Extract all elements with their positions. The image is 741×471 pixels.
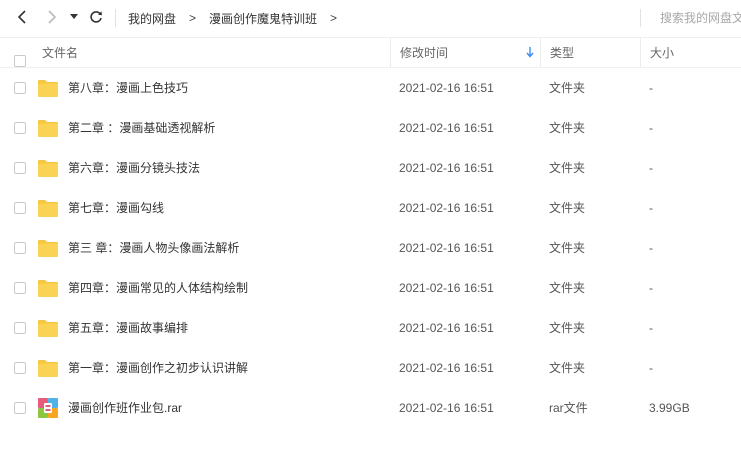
caret-down-icon — [70, 14, 78, 19]
breadcrumb-separator: > — [330, 11, 338, 25]
file-size: - — [649, 121, 653, 135]
file-type: 文件夹 — [549, 241, 586, 255]
table-row[interactable]: 第一章：漫画创作之初步认识讲解 2021-02-16 16:51 文件夹 - — [0, 348, 741, 388]
file-name[interactable]: 第八章：漫画上色技巧 — [68, 68, 188, 108]
folder-icon — [38, 120, 58, 137]
file-size: - — [649, 201, 653, 215]
file-name[interactable]: 漫画创作班作业包.rar — [68, 388, 182, 428]
folder-icon — [38, 360, 58, 377]
file-name[interactable]: 第三 章：漫画人物头像画法解析 — [68, 228, 239, 268]
file-modified-time: 2021-02-16 16:51 — [399, 161, 494, 175]
column-header-size-label: 大小 — [650, 46, 675, 60]
column-header-name-label: 文件名 — [42, 46, 79, 60]
row-checkbox[interactable] — [14, 282, 26, 294]
folder-icon — [38, 160, 58, 177]
arrow-down-icon — [526, 47, 534, 58]
row-checkbox[interactable] — [14, 242, 26, 254]
table-row[interactable]: 第四章：漫画常见的人体结构绘制 2021-02-16 16:51 文件夹 - — [0, 268, 741, 308]
history-dropdown-button[interactable] — [66, 6, 82, 28]
file-type: 文件夹 — [549, 81, 586, 95]
folder-icon — [38, 280, 58, 297]
table-row[interactable]: 漫画创作班作业包.rar 2021-02-16 16:51 rar文件 3.99GB — [0, 388, 741, 428]
file-modified-time: 2021-02-16 16:51 — [399, 121, 494, 135]
breadcrumb-item-root[interactable]: 我的网盘 — [128, 10, 176, 27]
breadcrumb-separator: > — [189, 11, 197, 25]
table-row[interactable]: 第七章：漫画勾线 2021-02-16 16:51 文件夹 - — [0, 188, 741, 228]
file-size: 3.99GB — [649, 401, 690, 415]
column-header-name[interactable]: 文件名 — [30, 38, 390, 67]
file-type: rar文件 — [549, 401, 588, 415]
file-size: - — [649, 81, 653, 95]
file-modified-time: 2021-02-16 16:51 — [399, 361, 494, 375]
column-header-time[interactable]: 修改时间 — [390, 38, 540, 67]
row-checkbox[interactable] — [14, 362, 26, 374]
file-name[interactable]: 第二章 ：漫画基础透视解析 — [68, 108, 215, 148]
row-checkbox[interactable] — [14, 402, 26, 414]
table-row[interactable]: 第二章 ：漫画基础透视解析 2021-02-16 16:51 文件夹 - — [0, 108, 741, 148]
file-modified-time: 2021-02-16 16:51 — [399, 321, 494, 335]
toolbar-divider — [115, 9, 116, 27]
file-list: 第八章：漫画上色技巧 2021-02-16 16:51 文件夹 - 第二章 ：漫画基础… — [0, 68, 741, 428]
file-type: 文件夹 — [549, 361, 586, 375]
breadcrumb-item-current[interactable]: 漫画创作魔鬼特训班 — [209, 10, 317, 27]
toolbar: 我的网盘 > 漫画创作魔鬼特训班 > — [0, 0, 741, 36]
file-size: - — [649, 161, 653, 175]
column-header-size[interactable]: 大小 — [640, 38, 741, 67]
folder-icon — [38, 240, 58, 257]
refresh-button[interactable] — [85, 6, 107, 28]
chevron-right-icon — [48, 10, 57, 24]
table-row[interactable]: 第五章：漫画故事编排 2021-02-16 16:51 文件夹 - — [0, 308, 741, 348]
column-header-type[interactable]: 类型 — [540, 38, 640, 67]
table-row[interactable]: 第六章：漫画分镜头技法 2021-02-16 16:51 文件夹 - — [0, 148, 741, 188]
file-modified-time: 2021-02-16 16:51 — [399, 241, 494, 255]
column-header-time-label: 修改时间 — [400, 46, 449, 60]
file-name[interactable]: 第四章：漫画常见的人体结构绘制 — [68, 268, 248, 308]
refresh-icon — [90, 11, 102, 23]
file-type: 文件夹 — [549, 161, 586, 175]
file-size: - — [649, 241, 653, 255]
breadcrumb: 我的网盘 > 漫画创作魔鬼特训班 > — [128, 0, 337, 36]
search-divider — [640, 9, 641, 27]
rar-archive-icon — [38, 398, 58, 418]
back-button[interactable] — [11, 6, 33, 28]
file-modified-time: 2021-02-16 16:51 — [399, 81, 494, 95]
file-size: - — [649, 321, 653, 335]
file-size: - — [649, 361, 653, 375]
file-type: 文件夹 — [549, 121, 586, 135]
file-name[interactable]: 第六章：漫画分镜头技法 — [68, 148, 200, 188]
file-type: 文件夹 — [549, 321, 586, 335]
folder-icon — [38, 80, 58, 97]
select-all-checkbox[interactable] — [14, 54, 26, 67]
table-row[interactable]: 第八章：漫画上色技巧 2021-02-16 16:51 文件夹 - — [0, 68, 741, 108]
file-name[interactable]: 第一章：漫画创作之初步认识讲解 — [68, 348, 248, 388]
row-checkbox[interactable] — [14, 122, 26, 134]
file-size: - — [649, 281, 653, 295]
folder-icon — [38, 320, 58, 337]
column-header-type-label: 类型 — [550, 46, 575, 60]
table-row[interactable]: 第三 章：漫画人物头像画法解析 2021-02-16 16:51 文件夹 - — [0, 228, 741, 268]
forward-button[interactable] — [41, 6, 63, 28]
file-name[interactable]: 第七章：漫画勾线 — [68, 188, 164, 228]
file-modified-time: 2021-02-16 16:51 — [399, 201, 494, 215]
folder-icon — [38, 200, 58, 217]
search-input[interactable] — [660, 9, 741, 27]
row-checkbox[interactable] — [14, 162, 26, 174]
row-checkbox[interactable] — [14, 202, 26, 214]
chevron-left-icon — [17, 10, 26, 24]
row-checkbox[interactable] — [14, 82, 26, 94]
file-type: 文件夹 — [549, 281, 586, 295]
table-header: 文件名 修改时间 类型 大小 — [0, 37, 741, 68]
file-name[interactable]: 第五章：漫画故事编排 — [68, 308, 188, 348]
file-type: 文件夹 — [549, 201, 586, 215]
file-modified-time: 2021-02-16 16:51 — [399, 281, 494, 295]
file-modified-time: 2021-02-16 16:51 — [399, 401, 494, 415]
row-checkbox[interactable] — [14, 322, 26, 334]
